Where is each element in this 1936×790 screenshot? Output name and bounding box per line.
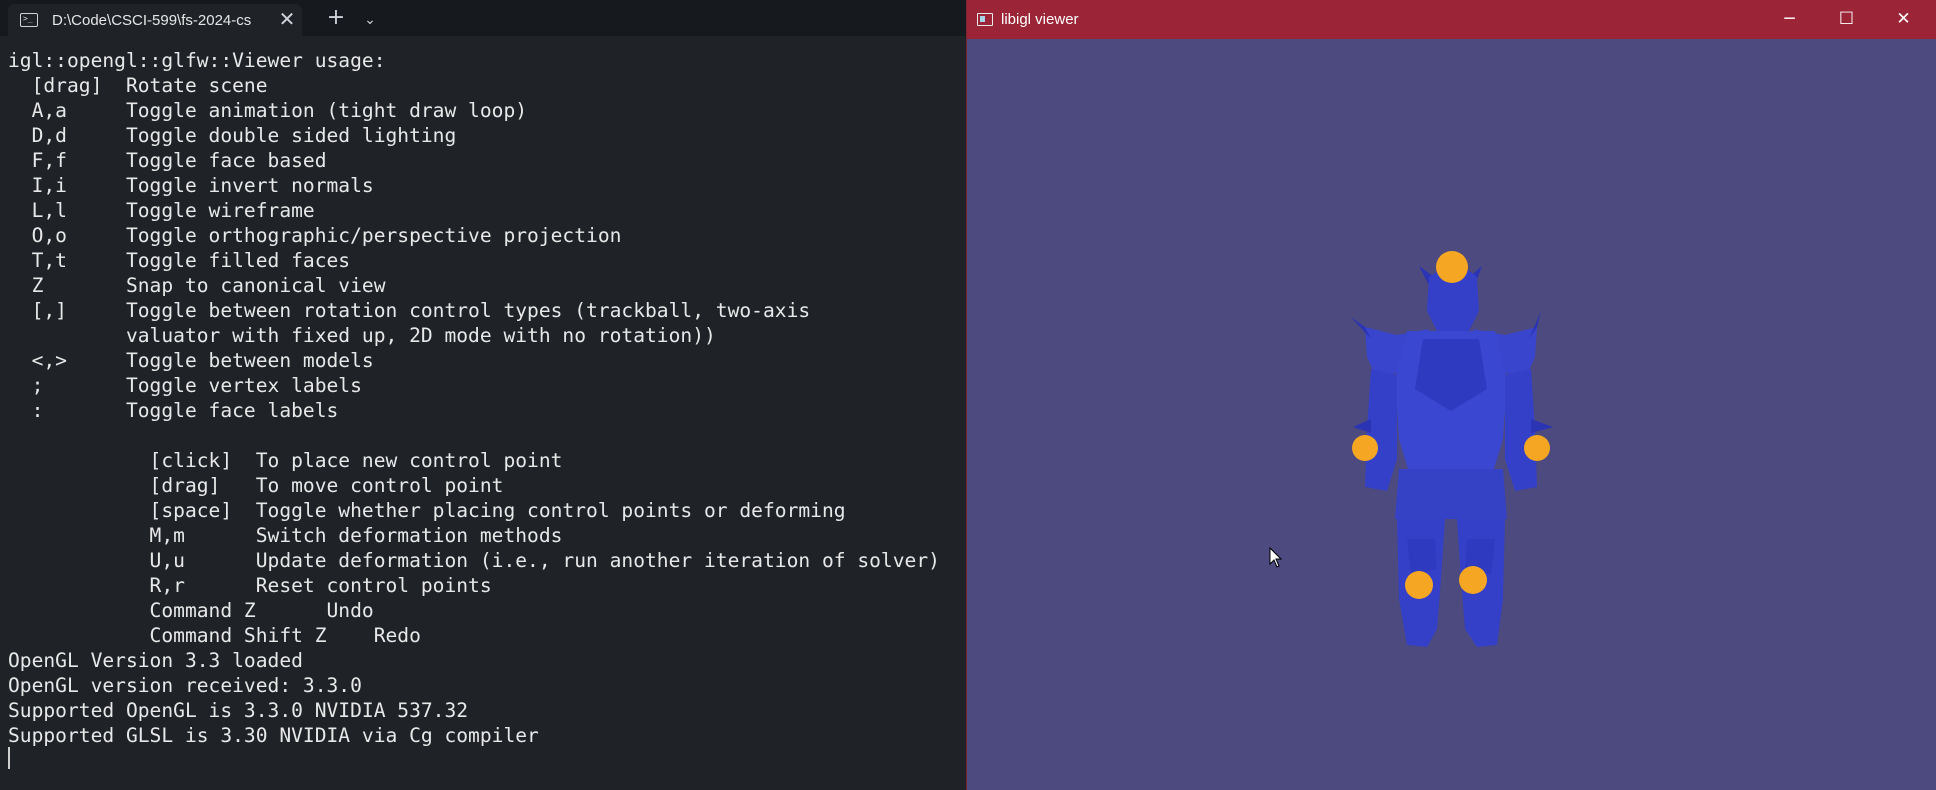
viewer-title: libigl viewer [1001,11,1079,28]
terminal-tab-bar: >_ D:\Code\CSCI-599\fs-2024-cs ✕ + ⌄ [0,0,966,36]
control-point-right-hand [1524,435,1550,461]
terminal-line: OpenGL Version 3.3 loaded [8,649,303,672]
mesh-arm-spike-right [1531,419,1553,433]
maximize-button[interactable]: ☐ [1818,0,1875,39]
close-tab-icon[interactable]: ✕ [272,10,302,30]
terminal-line: : Toggle face labels [8,399,339,422]
terminal-line: Command Z Undo [8,599,374,622]
viewer-titlebar[interactable]: libigl viewer ─ ☐ ✕ [967,0,1936,39]
control-point-left-hand [1352,435,1378,461]
terminal-line: [space] Toggle whether placing control p… [8,499,846,522]
terminal-line: F,f Toggle face based [8,149,327,172]
minimize-button[interactable]: ─ [1761,0,1818,39]
chevron-down-icon[interactable]: ⌄ [358,6,382,32]
terminal-line: O,o Toggle orthographic/perspective proj… [8,224,622,247]
terminal-line: R,r Reset control points [8,574,492,597]
terminal-line: ; Toggle vertex labels [8,374,362,397]
close-window-button[interactable]: ✕ [1875,0,1932,39]
terminal-line: M,m Switch deformation methods [8,524,563,547]
armored-figure-mesh[interactable] [1351,266,1553,647]
terminal-icon: >_ [20,13,38,27]
mesh-knee-left [1407,539,1437,575]
text-cursor [8,747,10,769]
terminal-line: igl::opengl::glfw::Viewer usage: [8,49,386,72]
terminal-line: L,l Toggle wireframe [8,199,315,222]
terminal-line: D,d Toggle double sided lighting [8,124,457,147]
terminal-line: [drag] To move control point [8,474,504,497]
terminal-line: Z Snap to canonical view [8,274,386,297]
terminal-line: A,a Toggle animation (tight draw loop) [8,99,528,122]
terminal-line: [drag] Rotate scene [8,74,268,97]
terminal-line: [click] To place new control point [8,449,563,472]
terminal-line: <,> Toggle between models [8,349,374,372]
terminal-line: Command Shift Z Redo [8,624,421,647]
terminal-line: valuator with fixed up, 2D mode with no … [8,324,716,347]
terminal-line: Supported OpenGL is 3.3.0 NVIDIA 537.32 [8,699,469,722]
terminal-line: Supported GLSL is 3.30 NVIDIA via Cg com… [8,724,539,747]
control-point-head [1436,251,1468,283]
mesh-waist [1395,469,1507,519]
terminal-line: [,] Toggle between rotation control type… [8,299,811,322]
terminal-output[interactable]: igl::opengl::glfw::Viewer usage: [drag] … [8,48,963,748]
mesh-arm-spike-left [1353,419,1371,433]
terminal-line: U,u Update deformation (i.e., run anothe… [8,549,940,572]
terminal-tab-title: D:\Code\CSCI-599\fs-2024-cs [52,11,252,29]
mesh-render[interactable] [967,39,1935,790]
terminal-window[interactable]: >_ D:\Code\CSCI-599\fs-2024-cs ✕ + ⌄ igl… [0,0,966,790]
control-point-right-foot [1459,566,1487,594]
3d-viewport[interactable] [967,39,1936,790]
terminal-line: T,t Toggle filled faces [8,249,351,272]
control-point-left-foot [1405,571,1433,599]
mouse-pointer-icon [1269,547,1283,568]
app-window-icon [977,13,993,26]
new-tab-button[interactable]: + [322,6,350,32]
libigl-viewer-window[interactable]: libigl viewer ─ ☐ ✕ [966,0,1936,790]
terminal-line: OpenGL version received: 3.3.0 [8,674,362,697]
terminal-line: I,i Toggle invert normals [8,174,374,197]
terminal-tab[interactable]: >_ D:\Code\CSCI-599\fs-2024-cs ✕ [8,4,302,36]
